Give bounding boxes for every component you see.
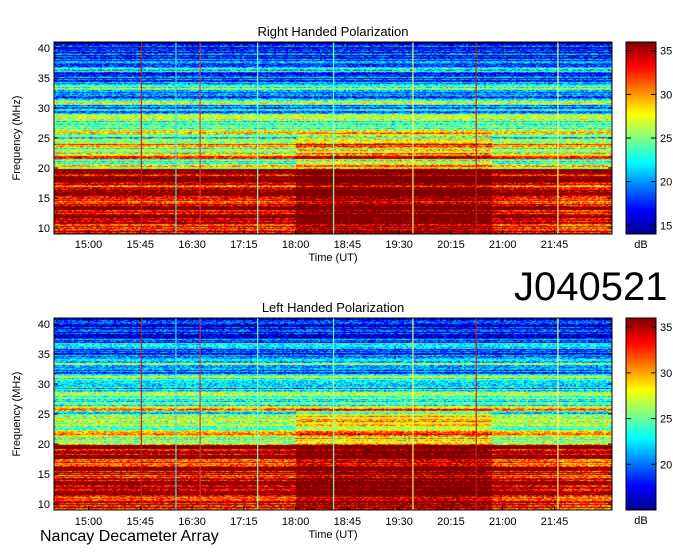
y-axis-label-rh: Frequency (MHz)	[11, 96, 23, 181]
x-tick-label-lh: 20:15	[437, 516, 465, 528]
x-tick-label-rh: 18:45	[334, 239, 362, 251]
colorbar-tick-label-lh: 30	[660, 368, 672, 380]
y-tick-label-lh: 35	[38, 349, 50, 361]
x-tick-label-lh: 21:00	[489, 516, 517, 528]
x-tick-label-lh: 15:45	[127, 516, 155, 528]
x-tick-label-rh: 17:15	[230, 239, 258, 251]
y-tick-label-rh: 25	[38, 133, 50, 145]
x-tick-label-lh: 16:30	[178, 516, 206, 528]
x-tick-label-rh: 19:30	[385, 239, 413, 251]
y-tick-label-lh: 25	[38, 409, 50, 421]
x-tick-label-lh: 15:00	[75, 516, 103, 528]
colorbar-tick-label-lh: 20	[660, 459, 672, 471]
colorbar-tick-label-rh: 25	[660, 133, 672, 145]
x-tick-label-lh: 18:45	[334, 516, 362, 528]
x-axis-label-rh: Time (UT)	[308, 252, 357, 264]
y-tick-label-rh: 20	[38, 163, 50, 175]
colorbar-tick-label-lh: 35	[660, 322, 672, 334]
y-tick-label-lh: 30	[38, 379, 50, 391]
y-tick-label-lh: 40	[38, 319, 50, 331]
x-tick-label-rh: 15:00	[75, 239, 103, 251]
colorbar-tick-label-lh: 25	[660, 414, 672, 426]
colorbar-unit-lh: dB	[634, 515, 647, 527]
y-tick-label-lh: 15	[38, 469, 50, 481]
colorbar-lh	[625, 317, 657, 511]
x-tick-label-rh: 21:45	[541, 239, 569, 251]
x-tick-label-lh: 18:00	[282, 516, 310, 528]
x-tick-label-rh: 15:45	[127, 239, 155, 251]
y-tick-label-rh: 35	[38, 73, 50, 85]
x-tick-label-rh: 21:00	[489, 239, 517, 251]
x-tick-label-rh: 16:30	[178, 239, 206, 251]
x-tick-label-lh: 17:15	[230, 516, 258, 528]
observation-id: J040521	[514, 265, 668, 309]
colorbar-tick-label-rh: 35	[660, 46, 672, 58]
colorbar-tick-label-rh: 30	[660, 89, 672, 101]
x-tick-label-rh: 18:00	[282, 239, 310, 251]
colorbar-tick-label-rh: 15	[660, 220, 672, 232]
x-tick-label-lh: 21:45	[541, 516, 569, 528]
colorbar-tick-label-rh: 20	[660, 177, 672, 189]
y-tick-label-lh: 20	[38, 439, 50, 451]
footer-label: Nancay Decameter Array	[40, 528, 219, 545]
x-axis-label-lh: Time (UT)	[308, 529, 357, 541]
colorbar-unit-rh: dB	[634, 239, 647, 251]
y-tick-label-rh: 30	[38, 103, 50, 115]
x-tick-label-lh: 19:30	[385, 516, 413, 528]
x-tick-label-rh: 20:15	[437, 239, 465, 251]
y-tick-label-rh: 40	[38, 43, 50, 55]
y-axis-label-lh: Frequency (MHz)	[11, 372, 23, 457]
chart-title-rh: Right Handed Polarization	[257, 24, 408, 39]
y-tick-label-rh: 15	[38, 193, 50, 205]
y-tick-label-rh: 10	[38, 223, 50, 235]
y-tick-label-lh: 10	[38, 499, 50, 511]
chart-title-lh: Left Handed Polarization	[262, 300, 404, 315]
